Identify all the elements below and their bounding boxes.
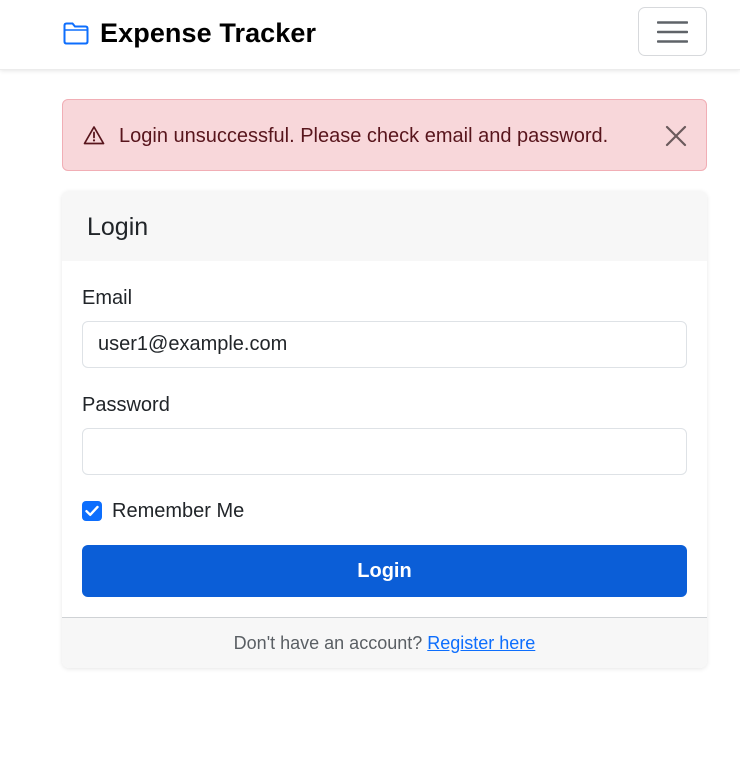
password-label: Password xyxy=(82,394,170,416)
remember-me-label[interactable]: Remember Me xyxy=(112,500,244,523)
brand-link[interactable]: Expense Tracker xyxy=(62,16,316,50)
login-card: Login Email Password Remember Me Login D… xyxy=(62,191,707,668)
folder-icon xyxy=(63,22,89,45)
navbar: Expense Tracker xyxy=(0,0,740,70)
checkmark-icon xyxy=(85,505,99,516)
hamburger-menu-icon xyxy=(657,20,688,43)
brand-title: Expense Tracker xyxy=(100,17,317,48)
login-title: Login xyxy=(87,213,149,241)
email-label: Email xyxy=(82,287,133,309)
warning-triangle-icon xyxy=(83,126,105,145)
error-alert: Login unsuccessful. Please check email a… xyxy=(62,99,707,171)
login-button[interactable]: Login xyxy=(82,545,687,597)
register-prompt: Don't have an account? xyxy=(233,632,423,653)
navbar-toggler-button[interactable] xyxy=(638,7,707,56)
password-field[interactable] xyxy=(82,428,687,475)
close-icon xyxy=(665,125,687,147)
alert-close-button[interactable] xyxy=(664,124,688,148)
login-card-header: Login xyxy=(62,191,707,261)
remember-me-checkbox[interactable] xyxy=(82,501,102,521)
login-card-footer: Don't have an account? Register here xyxy=(62,617,707,668)
alert-message: Login unsuccessful. Please check email a… xyxy=(119,125,609,147)
register-link[interactable]: Register here xyxy=(427,633,535,654)
remember-me-row: Remember Me xyxy=(82,499,244,523)
email-field[interactable] xyxy=(82,321,687,368)
